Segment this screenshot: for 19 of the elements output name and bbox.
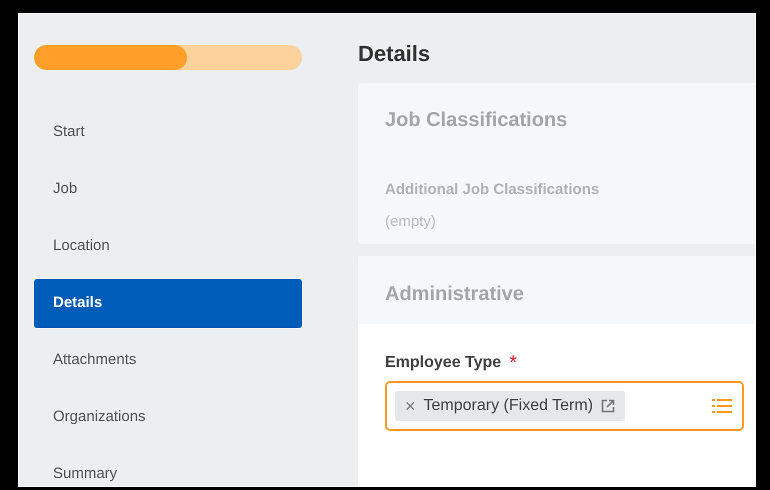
field-label: Employee Type	[385, 353, 502, 373]
sidebar-item[interactable]: Attachments	[34, 336, 302, 385]
chip-label: Temporary (Fixed Term)	[424, 396, 594, 416]
page-title: Details	[358, 40, 432, 68]
sidebar-item[interactable]: Location	[34, 222, 302, 271]
field-label: Additional Job Classifications	[385, 180, 600, 200]
sidebar-item[interactable]: Start	[34, 108, 302, 157]
section-title: Administrative	[385, 282, 525, 307]
field-value: (empty)	[385, 212, 437, 232]
sidebar-item[interactable]: Details	[34, 279, 302, 328]
input-field[interactable]: × Temporary (Fixed Term)	[385, 381, 744, 431]
external-link-icon[interactable]	[601, 399, 616, 413]
required-marker-icon: *	[509, 355, 517, 371]
sidebar-item[interactable]: Job	[34, 165, 302, 214]
sidebar-item[interactable]: Organizations	[34, 393, 302, 442]
list-icon[interactable]	[712, 398, 732, 414]
section-title: Job Classifications	[385, 108, 568, 133]
remove-button[interactable]: ×	[405, 397, 416, 415]
sidebar-item[interactable]: Summary	[34, 450, 302, 487]
